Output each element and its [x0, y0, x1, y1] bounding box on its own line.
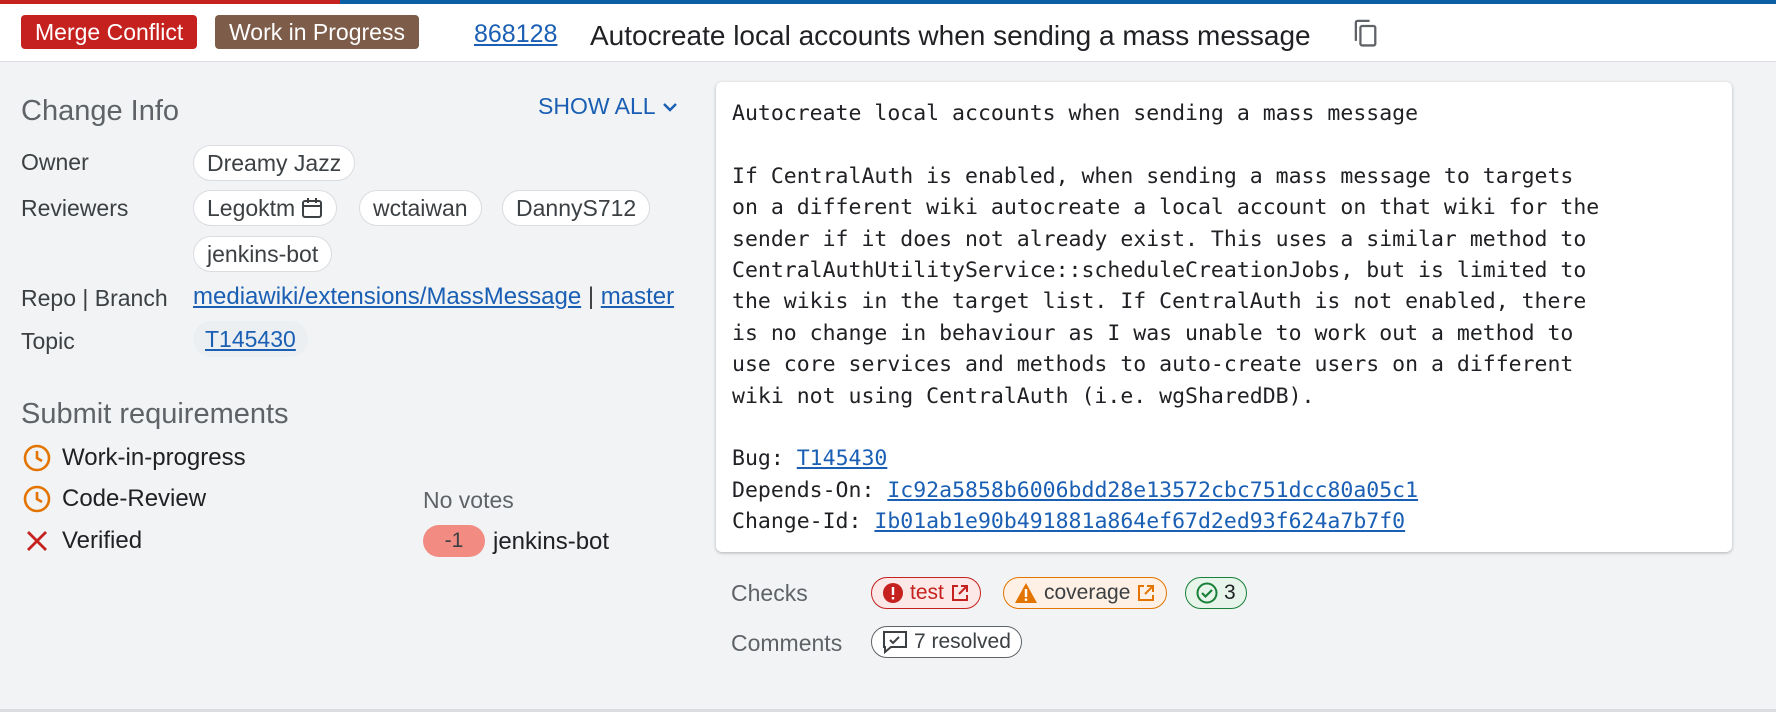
- requirement-row: Verified: [22, 526, 142, 556]
- work-in-progress-badge: Work in Progress: [215, 15, 419, 49]
- topic-label: Topic: [21, 328, 75, 354]
- show-all-label: SHOW ALL: [538, 93, 656, 119]
- requirement-row: Code-Review: [22, 484, 206, 514]
- change-id-line: Change-Id: Ib01ab1e90b491881a864ef67d2ed…: [732, 506, 1599, 537]
- reviewer-name: jenkins-bot: [207, 241, 319, 267]
- repo-branch-value: mediawiki/extensions/MassMessage | maste…: [193, 283, 674, 311]
- reviewer-name: DannyS712: [516, 195, 637, 221]
- commit-body: If CentralAuth is enabled, when sending …: [732, 163, 1600, 409]
- change-number-link[interactable]: 868128: [474, 20, 557, 49]
- external-link-icon: [951, 585, 968, 601]
- change-header: Merge Conflict Work in Progress 868128 A…: [0, 4, 1776, 62]
- comment-icon: [883, 631, 907, 654]
- requirement-name: Verified: [62, 527, 143, 554]
- requirement-row: Work-in-progress: [22, 443, 246, 473]
- check-error-chip[interactable]: test: [871, 577, 981, 609]
- check-name: test: [910, 581, 944, 604]
- reviewer-chip[interactable]: jenkins-bot: [193, 236, 333, 272]
- comments-resolved-chip[interactable]: 7 resolved: [871, 626, 1022, 658]
- reviewers-label: Reviewers: [21, 195, 129, 221]
- repo-link[interactable]: mediawiki/extensions/MassMessage: [193, 283, 581, 310]
- error-icon: [883, 583, 903, 603]
- bug-line: Bug: T145430: [732, 443, 1599, 474]
- owner-label: Owner: [21, 149, 89, 175]
- check-name: coverage: [1044, 581, 1131, 604]
- reviewer-name: wctaiwan: [373, 195, 468, 221]
- copy-icon[interactable]: [1351, 18, 1379, 50]
- requirement-name: Code-Review: [62, 485, 207, 512]
- bug-label: Bug:: [732, 446, 797, 472]
- bug-link[interactable]: T145430: [797, 446, 888, 471]
- submit-requirements-heading: Submit requirements: [21, 398, 289, 430]
- calendar-icon: [302, 198, 323, 218]
- chevron-down-icon: [662, 102, 677, 112]
- checks-label: Checks: [731, 580, 808, 606]
- reviewer-name: Legoktm: [207, 195, 296, 221]
- commit-message-card: Autocreate local accounts when sending a…: [716, 82, 1732, 552]
- change-title: Autocreate local accounts when sending a…: [590, 20, 1311, 51]
- vote-chip[interactable]: -1: [423, 525, 485, 557]
- x-icon: [27, 531, 47, 551]
- change-id-label: Change-Id:: [732, 509, 875, 535]
- comments-label: Comments: [731, 630, 843, 656]
- reviewer-chip[interactable]: Legoktm: [193, 190, 338, 226]
- depends-on-line: Depends-On: Ic92a5858b6006bdd28e13572cbc…: [732, 475, 1599, 506]
- branch-link[interactable]: master: [601, 283, 674, 310]
- requirement-name: Work-in-progress: [62, 444, 246, 471]
- change-info-heading: Change Info: [21, 95, 180, 127]
- repo-branch-label: Repo | Branch: [21, 285, 168, 311]
- no-votes-text: No votes: [423, 487, 514, 513]
- depends-on-label: Depends-On:: [732, 477, 888, 503]
- topic-link[interactable]: T145430: [205, 326, 296, 352]
- reviewer-chip[interactable]: wctaiwan: [359, 190, 482, 226]
- check-warning-chip[interactable]: coverage: [1003, 577, 1168, 609]
- check-circle-icon: [1196, 582, 1218, 604]
- commit-message: Autocreate local accounts when sending a…: [732, 98, 1599, 538]
- depends-on-link[interactable]: Ic92a5858b6006bdd28e13572cbc751dcc80a05c…: [887, 478, 1418, 503]
- reviewer-chip[interactable]: DannyS712: [502, 190, 651, 226]
- owner-name: Dreamy Jazz: [207, 150, 342, 176]
- change-id-link[interactable]: Ib01ab1e90b491881a864ef67d2ed93f624a7b7f…: [874, 509, 1405, 534]
- warning-icon: [1015, 583, 1037, 603]
- clock-icon: [23, 485, 51, 513]
- resolved-count: 7 resolved: [914, 630, 1011, 653]
- merge-conflict-badge: Merge Conflict: [21, 15, 198, 49]
- show-all-button[interactable]: SHOW ALL: [538, 93, 678, 120]
- voter-name[interactable]: jenkins-bot: [493, 528, 609, 556]
- check-success-count: 3: [1224, 581, 1236, 604]
- topic-chip[interactable]: T145430: [193, 321, 308, 357]
- check-success-chip[interactable]: 3: [1185, 577, 1247, 609]
- repo-branch-separator: |: [587, 283, 595, 310]
- clock-icon: [23, 444, 51, 472]
- owner-chip[interactable]: Dreamy Jazz: [193, 145, 356, 181]
- commit-subject: Autocreate local accounts when sending a…: [732, 101, 1419, 126]
- external-link-icon: [1138, 585, 1155, 601]
